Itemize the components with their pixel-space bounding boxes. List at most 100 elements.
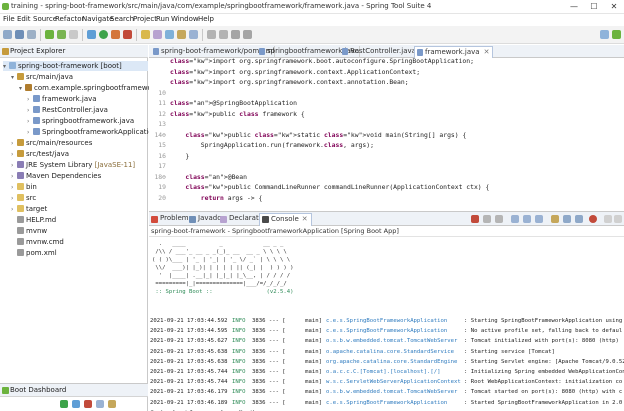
log-pid: 3836 --- [ bbox=[252, 318, 286, 324]
tree-item[interactable]: › framework.java bbox=[27, 94, 97, 104]
log-ms: : Starting Servlet engine: [Apache Tomca… bbox=[464, 358, 624, 365]
new-class-icon[interactable] bbox=[165, 30, 174, 39]
code-line: 20 return args -> { bbox=[149, 194, 262, 203]
save-all-icon[interactable] bbox=[27, 30, 36, 39]
tree-item[interactable]: pom.xml bbox=[11, 248, 57, 258]
boot-dashboard-icon[interactable] bbox=[45, 30, 54, 39]
pin-console-icon[interactable] bbox=[551, 215, 559, 223]
word-wrap-icon[interactable] bbox=[535, 215, 543, 223]
log-ms: : Root WebApplicationContext: initializa… bbox=[464, 379, 623, 386]
remove-all-icon[interactable] bbox=[495, 215, 503, 223]
close-button[interactable]: ✕ bbox=[606, 0, 622, 13]
tree-item[interactable]: ▾ spring-boot-framework [boot] bbox=[3, 61, 148, 71]
java-perspective-icon[interactable] bbox=[600, 30, 609, 39]
menu-window[interactable]: Window bbox=[171, 15, 199, 23]
log-dt: 2021-09-21 17:03:46.179 bbox=[150, 389, 228, 396]
spring-perspective-icon[interactable] bbox=[612, 30, 621, 39]
menu-search[interactable]: Search bbox=[110, 15, 134, 23]
tree-item[interactable]: mvnw bbox=[11, 226, 47, 236]
red-stop-icon[interactable] bbox=[589, 215, 597, 223]
forward-icon[interactable] bbox=[243, 30, 252, 39]
open-browser-icon[interactable] bbox=[96, 400, 104, 408]
stop-icon[interactable] bbox=[84, 400, 92, 408]
previous-annotation-icon[interactable] bbox=[219, 30, 228, 39]
tree-item[interactable]: › src bbox=[11, 193, 36, 203]
code-line: 15 SpringApplication.run(framework.class… bbox=[149, 141, 374, 150]
minimize-view-icon[interactable] bbox=[604, 215, 612, 223]
log-lg: o.s.b.w.embedded.tomcat.TomcatWebServer bbox=[326, 338, 458, 345]
tree-item[interactable]: › springbootframework.java bbox=[27, 116, 134, 126]
package-icon bbox=[25, 84, 32, 91]
log-lg: o.apache.catalina.core.StandardService bbox=[326, 348, 454, 355]
remove-launch-icon[interactable] bbox=[483, 215, 491, 223]
search-icon[interactable] bbox=[189, 30, 198, 39]
line-number: 16 bbox=[158, 151, 166, 160]
tree-item-label: com.example.springbootframework bbox=[34, 84, 159, 92]
menu-file[interactable]: File bbox=[3, 15, 15, 23]
build-icon[interactable] bbox=[69, 30, 78, 39]
tree-item[interactable]: › bin bbox=[11, 182, 37, 192]
tree-item[interactable]: › JRE System Library [JavaSE-11] bbox=[11, 160, 135, 170]
maximize-view-icon[interactable] bbox=[614, 215, 622, 223]
tree-item[interactable]: › src/test/java bbox=[11, 149, 69, 159]
menu-project[interactable]: Project bbox=[133, 15, 157, 23]
library-icon bbox=[17, 161, 24, 168]
toolbar-separator bbox=[40, 29, 41, 41]
tree-item-label: src/main/resources bbox=[26, 139, 93, 147]
spring-banner-line: =========|_|==============|___/=/_/_/_/ bbox=[152, 281, 287, 287]
tab-console[interactable]: Console ✕ bbox=[259, 213, 312, 226]
menu-edit[interactable]: Edit bbox=[17, 15, 31, 23]
spring-banner-line: \\/ ___)| |_)| | | | | || (_| | ) ) ) ) bbox=[152, 265, 294, 271]
tree-item-label: framework.java bbox=[42, 95, 97, 103]
new-package-icon[interactable] bbox=[153, 30, 162, 39]
new-icon[interactable] bbox=[3, 30, 12, 39]
next-annotation-icon[interactable] bbox=[207, 30, 216, 39]
tree-item[interactable]: HELP.md bbox=[11, 215, 56, 225]
source-folder-icon bbox=[17, 139, 24, 146]
tree-item[interactable]: › src/main/resources bbox=[11, 138, 92, 148]
tab-problems[interactable]: Problems bbox=[151, 214, 192, 223]
close-tab-icon[interactable]: ✕ bbox=[302, 215, 308, 223]
save-icon[interactable] bbox=[15, 30, 24, 39]
code-text: class="kw">public class="kw">static clas… bbox=[185, 130, 467, 139]
console-description: spring-boot-framework - Springbootframew… bbox=[149, 227, 624, 237]
tree-item[interactable]: mvnw.cmd bbox=[11, 237, 64, 247]
source-folder-icon bbox=[17, 73, 24, 80]
tree-item[interactable]: ▾ com.example.springbootframework bbox=[19, 83, 159, 93]
tab-label: RestController.java bbox=[350, 47, 416, 55]
spring-icon[interactable] bbox=[57, 30, 66, 39]
tree-item[interactable]: ▾ src/main/java bbox=[11, 72, 73, 82]
close-tab-icon[interactable]: ✕ bbox=[484, 48, 490, 56]
start-icon[interactable] bbox=[60, 400, 68, 408]
open-console-icon[interactable] bbox=[108, 400, 116, 408]
tree-item[interactable]: › target bbox=[11, 204, 47, 214]
menu-refactor[interactable]: Refactor bbox=[55, 15, 84, 23]
new-java-project-icon[interactable] bbox=[141, 30, 150, 39]
run-icon[interactable] bbox=[99, 30, 108, 39]
scroll-lock-icon[interactable] bbox=[523, 215, 531, 223]
log-th: main] bbox=[305, 389, 322, 396]
code-line: class="kw">import org.springframework.bo… bbox=[149, 57, 474, 66]
minimize-button[interactable]: — bbox=[566, 0, 582, 13]
clear-console-icon[interactable] bbox=[511, 215, 519, 223]
menu-run[interactable]: Run bbox=[156, 15, 169, 23]
external-tools-icon[interactable] bbox=[111, 30, 120, 39]
console-output[interactable]: . ____ _ __ _ _ /\\ / ___'_ __ _ _(_)_ _… bbox=[149, 238, 624, 411]
stop-icon[interactable] bbox=[123, 30, 132, 39]
terminate-icon[interactable] bbox=[471, 215, 479, 223]
debug-icon[interactable] bbox=[72, 400, 80, 408]
project-explorer-view: Project Explorer ▾ spring-boot-framework … bbox=[0, 45, 174, 383]
menu-help[interactable]: Help bbox=[198, 15, 214, 23]
code-text: class="an">@Bean bbox=[185, 172, 247, 181]
tree-item[interactable]: › RestController.java bbox=[27, 105, 108, 115]
display-console-icon[interactable] bbox=[563, 215, 571, 223]
open-type-icon[interactable] bbox=[177, 30, 186, 39]
tree-item[interactable]: › Maven Dependencies bbox=[11, 171, 101, 181]
open-console-icon[interactable] bbox=[575, 215, 583, 223]
back-icon[interactable] bbox=[231, 30, 240, 39]
menu-navigate[interactable]: Navigate bbox=[82, 15, 113, 23]
menu-source[interactable]: Source bbox=[33, 15, 57, 23]
code-editor[interactable]: class="kw">import org.springframework.bo… bbox=[149, 57, 624, 212]
debug-icon[interactable] bbox=[87, 30, 96, 39]
maximize-button[interactable]: ☐ bbox=[586, 0, 602, 13]
